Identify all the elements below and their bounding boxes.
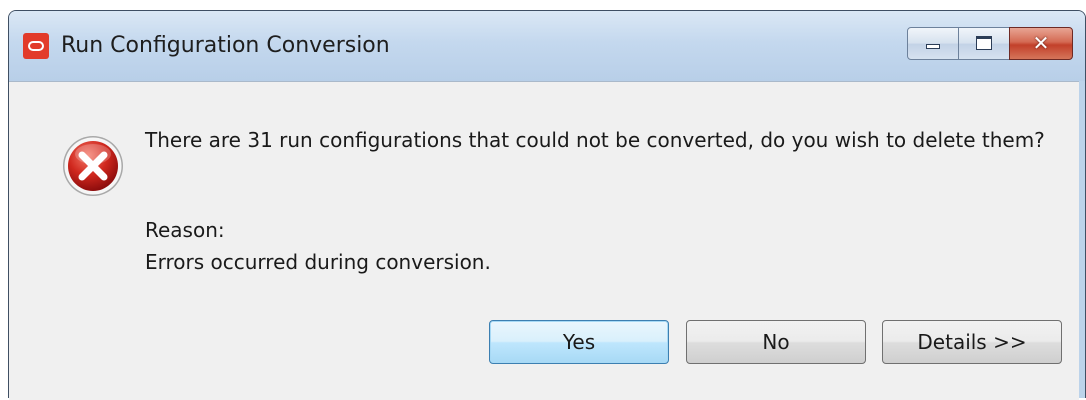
maximize-icon xyxy=(976,36,992,50)
minimize-icon xyxy=(926,44,940,49)
window-title: Run Configuration Conversion xyxy=(61,33,390,58)
minimize-button[interactable] xyxy=(907,27,959,60)
dialog-window: Run Configuration Conversion ✕ There are… xyxy=(8,10,1086,400)
no-button[interactable]: No xyxy=(686,320,866,364)
dialog-message: There are 31 run configurations that cou… xyxy=(145,128,1045,152)
reason-label: Reason: xyxy=(145,218,225,242)
details-button[interactable]: Details >> xyxy=(882,320,1062,364)
reason-text: Errors occurred during conversion. xyxy=(145,250,491,274)
close-icon: ✕ xyxy=(1032,31,1050,55)
close-button[interactable]: ✕ xyxy=(1009,27,1073,60)
title-bar[interactable]: Run Configuration Conversion ✕ xyxy=(9,11,1085,81)
oracle-logo-icon[interactable] xyxy=(23,33,49,59)
error-icon xyxy=(63,136,123,196)
maximize-button[interactable] xyxy=(958,27,1010,60)
yes-button[interactable]: Yes xyxy=(489,320,669,364)
dialog-body: There are 31 run configurations that cou… xyxy=(9,81,1079,400)
reason-block: Reason: Errors occurred during conversio… xyxy=(145,214,491,278)
